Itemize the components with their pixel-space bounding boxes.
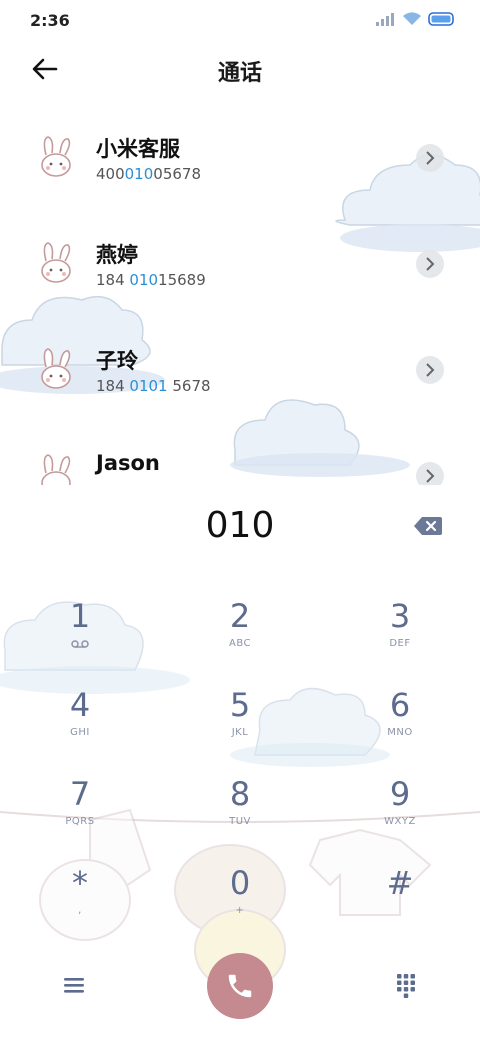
- chevron-right-icon: [426, 151, 435, 165]
- key-letters: ,: [78, 905, 82, 916]
- key-digit: #: [386, 864, 414, 902]
- key-digit: 9: [389, 775, 411, 813]
- bunny-avatar-icon: [41, 454, 71, 485]
- chevron-right-icon: [426, 363, 435, 377]
- key-2[interactable]: 2 ABC: [160, 590, 320, 679]
- contact-details-button[interactable]: [416, 462, 444, 485]
- voicemail-icon: [71, 640, 89, 648]
- status-icons: [376, 12, 456, 26]
- status-time: 2:36: [30, 11, 70, 30]
- matched-digits: 0101: [129, 377, 168, 395]
- key-letters: DEF: [389, 638, 411, 649]
- key-letters: MNO: [387, 727, 413, 738]
- contact-name: Jason: [96, 451, 160, 475]
- bunny-avatar-icon: [41, 136, 71, 177]
- key-letters: JKL: [231, 727, 249, 738]
- key-9[interactable]: 9 WXYZ: [320, 768, 480, 857]
- contact-number: 184 01015689: [96, 271, 206, 289]
- phone-icon: [228, 974, 252, 998]
- matched-digits: 010: [124, 165, 154, 183]
- key-letters: WXYZ: [384, 816, 416, 827]
- backspace-icon[interactable]: [414, 516, 442, 536]
- chevron-right-icon: [426, 257, 435, 271]
- key-7[interactable]: 7 PQRS: [0, 768, 160, 857]
- matched-digits: 010: [129, 271, 159, 289]
- key-digit: 7: [69, 775, 91, 813]
- key-digit: 3: [389, 597, 411, 635]
- key-letters: [320, 905, 480, 917]
- contact-name: 燕婷: [96, 243, 138, 267]
- key-0[interactable]: 0 +: [160, 857, 320, 946]
- contact-details-button[interactable]: [416, 250, 444, 278]
- contact-number: 184 0101 5678: [96, 377, 211, 395]
- key-digit: 8: [229, 775, 251, 813]
- key-8[interactable]: 8 TUV: [160, 768, 320, 857]
- key-5[interactable]: 5 JKL: [160, 679, 320, 768]
- key-letters: TUV: [229, 816, 251, 827]
- key-6[interactable]: 6 MNO: [320, 679, 480, 768]
- contact-item[interactable]: Jason: [0, 433, 480, 485]
- key-digit: 6: [389, 686, 411, 724]
- dialpad-icon[interactable]: [396, 973, 416, 999]
- key-digit: 5: [229, 686, 251, 724]
- key-letters: ABC: [228, 638, 251, 649]
- key-star[interactable]: * ,: [0, 857, 160, 946]
- key-hash[interactable]: #: [320, 857, 480, 946]
- status-bar: 2:36: [0, 0, 480, 40]
- contact-suggestion-list: 小米客服 40001005678 燕婷 184 01015689 子玲 184 …: [0, 115, 480, 485]
- key-digit: 1: [69, 597, 91, 635]
- battery-icon: [428, 12, 454, 26]
- key-digit: 2: [229, 597, 251, 635]
- key-letters: PQRS: [65, 816, 95, 827]
- contact-name: 小米客服: [96, 137, 180, 161]
- key-digit: 4: [69, 686, 91, 724]
- cellular-signal-icon: [376, 13, 394, 26]
- bunny-avatar-icon: [41, 242, 71, 283]
- page-title: 通话: [217, 61, 262, 86]
- contact-details-button[interactable]: [416, 356, 444, 384]
- contact-number: 40001005678: [96, 165, 201, 183]
- contact-item[interactable]: 子玲 184 0101 5678: [0, 327, 480, 433]
- key-3[interactable]: 3 DEF: [320, 590, 480, 679]
- dialed-number-display[interactable]: 010: [0, 505, 480, 546]
- contact-details-button[interactable]: [416, 144, 444, 172]
- contact-item[interactable]: 燕婷 184 01015689: [0, 221, 480, 327]
- contact-item[interactable]: 小米客服 40001005678: [0, 115, 480, 221]
- contact-name: 子玲: [96, 349, 138, 373]
- bunny-avatar-icon: [41, 348, 71, 389]
- key-letters: GHI: [70, 727, 90, 738]
- key-4[interactable]: 4 GHI: [0, 679, 160, 768]
- chevron-right-icon: [426, 469, 435, 483]
- wifi-icon: [403, 12, 421, 25]
- call-button[interactable]: [207, 953, 273, 1019]
- key-digit: 0: [229, 864, 251, 902]
- key-digit: *: [72, 864, 88, 902]
- menu-icon[interactable]: [62, 975, 86, 995]
- key-letters: +: [235, 905, 245, 916]
- key-1[interactable]: 1: [0, 590, 160, 679]
